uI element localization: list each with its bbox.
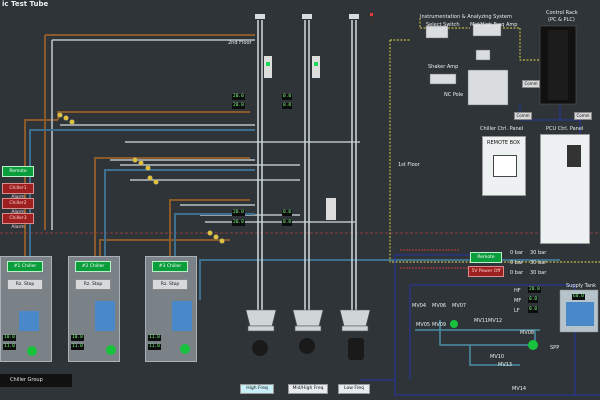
pressure-option-2[interactable]: 30 bar — [530, 250, 546, 256]
supply-tank-level: 60.0 — [572, 294, 585, 300]
chiller2-tank — [95, 301, 115, 331]
remote-box-face — [493, 155, 517, 177]
chiller1-alarm: Chiller1 Alarm — [2, 183, 34, 200]
low-freq-button[interactable]: Low Freq — [338, 384, 370, 394]
chiller2-stop-button[interactable]: Rz. Stop — [75, 279, 111, 290]
gauge-value-mf: 0.0 — [528, 297, 539, 303]
riser-readout-4: 0.0 — [282, 103, 293, 109]
chiller-unit-1: #1 Chiller Rz. Stop 10.0 11.0 — [0, 256, 52, 362]
riser-readout-2: 0.0 — [282, 94, 293, 100]
chiller1-stop-button[interactable]: Rz. Stop — [7, 279, 43, 290]
valve-mv14[interactable]: MV14 — [512, 386, 526, 392]
control-rack-title: Control Rack — [546, 10, 578, 16]
pressure-option-4[interactable]: 30 bar — [530, 260, 546, 266]
riser-readout-1: 20.0 — [232, 94, 245, 100]
pump-spp[interactable]: SPP — [550, 345, 559, 351]
amp-label: Mid/High Freq Amp — [470, 22, 518, 28]
pump-remote-button[interactable]: Remote — [470, 252, 502, 263]
pcu-ctrl-panel-title: PCU Ctrl. Panel — [546, 126, 584, 132]
riser-readout-3: 20.0 — [232, 103, 245, 109]
comm-label-3: Comm — [574, 112, 592, 120]
floor-label-2nd: 2nd Floor — [228, 40, 252, 46]
select-switch-label: Select Switch — [426, 22, 460, 28]
chiller1-name[interactable]: #1 Chiller — [7, 261, 43, 272]
gauge-label-lf: LF — [514, 308, 520, 314]
hmi-screen: ic Test Tube 2nd Floor 1st Floor Remote … — [0, 0, 600, 400]
pressure-option-5[interactable]: 0 bar — [510, 270, 523, 276]
valve-mv12[interactable]: MV12 — [488, 318, 502, 324]
chiller3-stop-button[interactable]: Rz. Stop — [152, 279, 188, 290]
supply-pump-icon[interactable] — [528, 340, 538, 350]
valve-mv09[interactable]: MV09 — [432, 322, 446, 328]
supply-tank-title: Supply Tank — [566, 283, 596, 289]
valve-mv11[interactable]: MV11 — [474, 318, 488, 324]
chiller3-alarm: Chiller3 Alarm — [2, 213, 34, 230]
valve-mv13[interactable]: MV13 — [498, 362, 512, 368]
valve-mv04[interactable]: MV04 — [412, 303, 426, 309]
riser-readout-6: 0.0 — [282, 210, 293, 216]
valve-mv07[interactable]: MV07 — [452, 303, 466, 309]
chiller3-pump-icon[interactable] — [180, 344, 190, 354]
chiller1-temp-a: 10.0 — [3, 335, 16, 341]
valve-mv10[interactable]: MV10 — [490, 354, 504, 360]
riser1-indicator — [264, 56, 272, 78]
riser2-led — [314, 62, 318, 66]
nc-pole-label: NC Pole — [444, 92, 464, 98]
chiller2-name[interactable]: #2 Chiller — [75, 261, 111, 272]
comm-label-2: Comm — [514, 112, 532, 120]
pcu-ctrl-panel — [540, 134, 590, 244]
valve-mv08[interactable]: MV08 — [520, 330, 534, 336]
riser3-indicator — [326, 198, 336, 220]
riser1-led — [266, 62, 270, 66]
screen-title: ic Test Tube — [2, 0, 49, 8]
chiller3-name[interactable]: #3 Chiller — [152, 261, 188, 272]
high-freq-button[interactable]: High Freq — [240, 384, 274, 394]
riser-readout-5: 20.0 — [232, 210, 245, 216]
control-rack-subtitle: (PC & PLC) — [548, 17, 575, 23]
pressure-option-6[interactable]: 30 bar — [530, 270, 546, 276]
valve-mv05[interactable]: MV05 — [416, 322, 430, 328]
pressure-option-3[interactable]: 0 bar — [510, 260, 523, 266]
pressure-option-1[interactable]: 0 bar — [510, 250, 523, 256]
chiller1-pump-icon[interactable] — [27, 346, 37, 356]
signal-tower-red — [370, 13, 373, 16]
chiller2-temp-b: 11.0 — [71, 344, 84, 350]
chiller1-temp-b: 11.0 — [3, 344, 16, 350]
gauge-label-hf: HF — [514, 288, 521, 294]
riser-readout-7: 20.0 — [232, 220, 245, 226]
chiller3-temp-a: 11.0 — [148, 335, 161, 341]
comm-label-1: Comm — [522, 80, 540, 88]
chiller-ctrl-panel-title: Chiller Ctrl. Panel — [480, 126, 524, 132]
instrumentation-title: Instrumentation & Analyzing System — [420, 14, 512, 20]
gauge-value-lf: 0.0 — [528, 307, 539, 313]
gauge-value-hf: 20.0 — [528, 287, 541, 293]
valve-mv06[interactable]: MV06 — [432, 303, 446, 309]
power-off-button[interactable]: 5V Power Off — [468, 266, 504, 277]
valve-indicator-icon[interactable] — [450, 320, 458, 328]
chiller-group-label[interactable]: Chiller Group — [0, 374, 72, 387]
shaker-amp-label: Shaker Amp — [428, 64, 459, 70]
chiller2-temp-a: 10.0 — [71, 335, 84, 341]
remote-box-label: REMOTE BOX — [487, 140, 521, 146]
chiller1-tank — [19, 311, 39, 331]
chiller3-tank — [172, 301, 192, 331]
riser2-indicator — [312, 56, 320, 78]
riser-readout-8: 0.0 — [282, 220, 293, 226]
chiller-ctrl-panel: REMOTE BOX — [482, 136, 526, 196]
remote-button[interactable]: Remote — [2, 166, 34, 177]
mid-high-freq-button[interactable]: Mid/High Freq — [288, 384, 328, 394]
pcu-indicator — [567, 145, 581, 167]
floor-label-1st: 1st Floor — [398, 162, 420, 168]
chiller2-alarm: Chiller2 Alarm — [2, 198, 34, 215]
gauge-label-mf: MF — [514, 298, 522, 304]
chiller3-temp-b: 11.0 — [148, 344, 161, 350]
chiller2-pump-icon[interactable] — [106, 345, 116, 355]
